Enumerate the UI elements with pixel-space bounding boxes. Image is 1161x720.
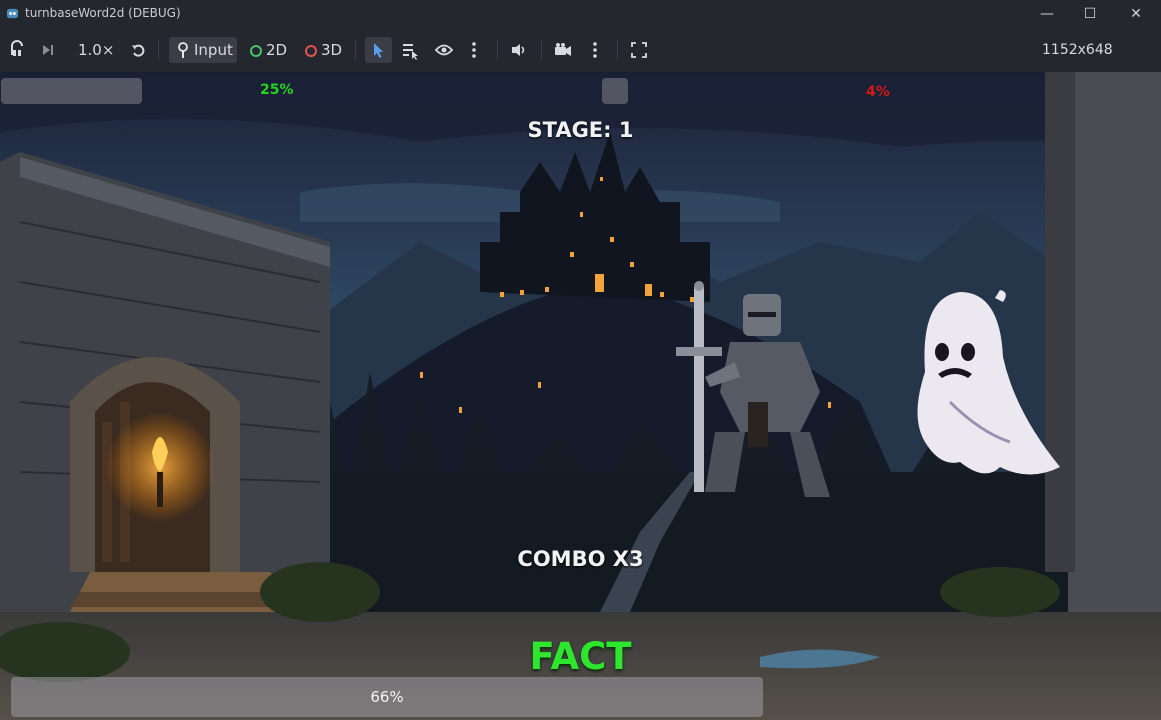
enemy-hp-bar — [602, 78, 628, 104]
suspend-button[interactable] — [8, 37, 30, 63]
list-select-button[interactable] — [400, 37, 422, 63]
embed-fullscreen-button[interactable] — [628, 37, 650, 63]
timer-percent: 66% — [370, 688, 404, 706]
game-toolbar: 1.0× Input 2D 3D 1152x648 — [0, 28, 1161, 72]
enemy-hp-percent: 4% — [866, 84, 890, 100]
tab-2d-label: 2D — [266, 41, 288, 59]
window-titlebar: turnbaseWord2d (DEBUG) — ☐ ✕ — [0, 0, 1161, 28]
suspend-icon — [11, 40, 23, 56]
select-button[interactable] — [365, 37, 392, 63]
game-background — [0, 72, 1161, 720]
camera-button[interactable] — [552, 37, 574, 63]
next-frame-icon — [43, 45, 53, 55]
maximize-button[interactable]: ☐ — [1067, 0, 1113, 28]
camera-icon — [555, 43, 571, 56]
reset-speed-button[interactable] — [129, 37, 151, 63]
window-title: turnbaseWord2d (DEBUG) — [25, 6, 181, 20]
fullscreen-icon — [631, 42, 647, 58]
vertical-dots-icon — [472, 42, 476, 58]
circle-3d-icon — [305, 45, 317, 57]
visibility-button[interactable] — [433, 37, 455, 63]
more-options-button[interactable] — [467, 37, 481, 63]
player-hp-bar — [1, 78, 142, 104]
tab-3d[interactable]: 3D — [303, 37, 345, 63]
audio-button[interactable] — [508, 37, 530, 63]
select-arrow-icon — [374, 43, 383, 58]
speed-selector[interactable]: 1.0× — [78, 37, 114, 63]
camera-options-button[interactable] — [588, 37, 602, 63]
player-hp-percent: 25% — [260, 82, 294, 98]
resolution-label: 1152x648 — [1042, 42, 1113, 58]
stage-label: STAGE: 1 — [527, 118, 634, 142]
speaker-icon — [512, 44, 525, 56]
tab-3d-label: 3D — [321, 41, 343, 59]
minimize-button[interactable]: — — [1024, 0, 1070, 28]
input-icon — [178, 42, 188, 58]
input-label: Input — [194, 41, 233, 59]
eye-icon — [434, 44, 454, 56]
tab-2d[interactable]: 2D — [248, 37, 290, 63]
godot-app-icon — [6, 8, 19, 19]
next-frame-button[interactable] — [39, 37, 61, 63]
combo-label: COMBO X3 — [517, 547, 644, 571]
circle-2d-icon — [250, 45, 262, 57]
vertical-dots-icon — [593, 42, 597, 58]
list-select-icon — [403, 44, 418, 60]
game-viewport[interactable]: 25% 4% STAGE: 1 COMBO X3 FACT 66% — [0, 72, 1161, 720]
close-button[interactable]: ✕ — [1113, 0, 1159, 28]
reset-speed-icon — [132, 44, 145, 57]
input-toggle[interactable]: Input — [169, 37, 237, 63]
target-word: FACT — [529, 635, 632, 678]
timer-bar: 66% — [11, 677, 763, 717]
